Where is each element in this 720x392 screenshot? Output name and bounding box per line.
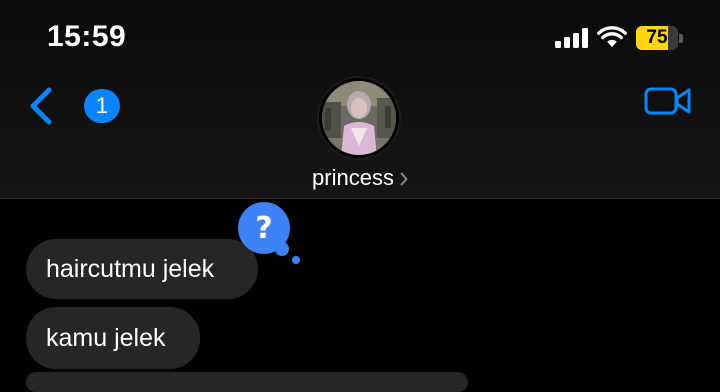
- message-bubble-incoming-partial[interactable]: [26, 372, 468, 392]
- contact-name: princess: [312, 165, 394, 190]
- cellular-signal-icon: [555, 28, 591, 48]
- chevron-right-icon: [400, 172, 408, 186]
- contact-name-button[interactable]: princess: [260, 165, 460, 195]
- battery-body: 75: [636, 26, 678, 50]
- message-bubble-incoming[interactable]: haircutmu jelek: [26, 239, 258, 299]
- contact-avatar[interactable]: [319, 78, 399, 158]
- status-bar-time: 15:59: [47, 20, 127, 53]
- avatar-photo: [322, 81, 396, 155]
- question-mark-reaction-icon[interactable]: ?: [238, 202, 300, 266]
- video-camera-icon[interactable]: [644, 84, 692, 118]
- battery-icon: 75: [636, 26, 684, 50]
- battery-level: 75: [646, 27, 668, 48]
- battery-cap: [679, 34, 683, 43]
- chevron-left-icon: [30, 87, 52, 125]
- header-divider: [0, 198, 720, 199]
- unread-count-badge: 1: [84, 89, 120, 123]
- wifi-icon: [597, 26, 627, 47]
- message-bubble-incoming[interactable]: kamu jelek: [26, 307, 200, 369]
- back-button[interactable]: 1: [28, 84, 120, 128]
- svg-text:?: ?: [255, 211, 272, 246]
